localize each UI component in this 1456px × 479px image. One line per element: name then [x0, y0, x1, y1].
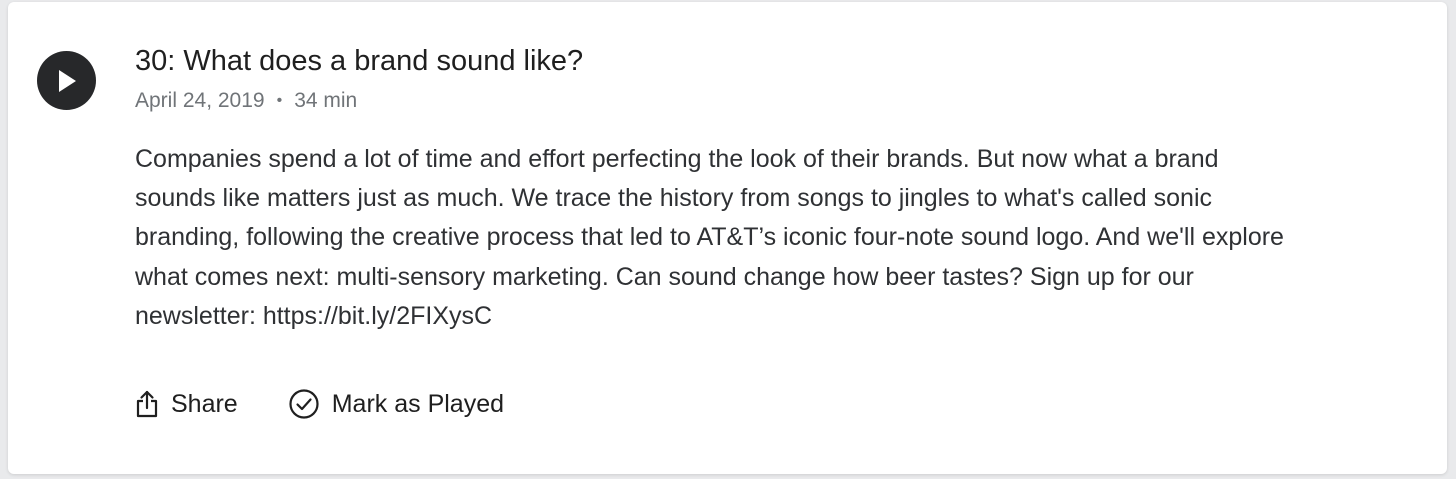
episode-actions: Share Mark as Played	[135, 388, 554, 420]
mark-as-played-label: Mark as Played	[331, 389, 505, 418]
episode-card: 30: What does a brand sound like? April …	[8, 2, 1447, 474]
episode-meta: April 24, 2019 • 34 min	[135, 87, 357, 115]
episode-description: Companies spend a lot of time and effort…	[135, 145, 1284, 330]
share-label: Share	[171, 389, 238, 418]
share-icon	[135, 390, 159, 418]
play-button[interactable]	[37, 51, 96, 110]
mark-as-played-button[interactable]: Mark as Played	[288, 388, 504, 420]
episode-date: April 24, 2019	[135, 89, 265, 112]
check-circle-icon	[288, 388, 320, 420]
episode-duration: 34 min	[294, 89, 358, 112]
share-button[interactable]: Share	[135, 390, 238, 419]
episode-title[interactable]: 30: What does a brand sound like?	[135, 42, 583, 80]
meta-separator: •	[276, 92, 283, 109]
play-icon	[58, 69, 76, 92]
